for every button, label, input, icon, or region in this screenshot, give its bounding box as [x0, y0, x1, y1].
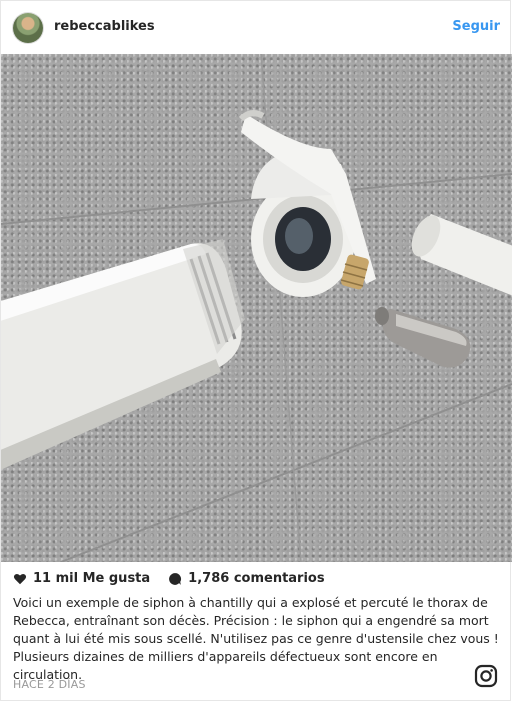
siphon-tube	[411, 214, 512, 296]
siphon-head	[238, 110, 376, 297]
instagram-post-card: rebeccablikes Seguir 11 mil Me gusta 1,7…	[0, 0, 512, 701]
post-header: rebeccablikes Seguir	[1, 1, 510, 55]
heart-icon[interactable]	[13, 572, 27, 586]
likes-count[interactable]: 11 mil Me gusta	[33, 571, 150, 586]
avatar[interactable]	[13, 13, 43, 43]
post-caption: Voici un exemple de siphon à chantilly q…	[13, 595, 499, 682]
post-photo[interactable]	[1, 54, 512, 562]
post-stats: 11 mil Me gusta 1,786 comentarios	[13, 571, 325, 586]
username[interactable]: rebeccablikes	[54, 19, 155, 34]
follow-button[interactable]: Seguir	[452, 19, 500, 34]
instagram-logo-icon[interactable]	[474, 664, 498, 688]
post-timestamp[interactable]: HACE 2 DÍAS	[13, 678, 86, 691]
siphon-body	[1, 239, 245, 470]
photo-illustration	[1, 54, 512, 562]
comment-bubble-icon[interactable]	[168, 572, 182, 586]
comments-count[interactable]: 1,786 comentarios	[188, 571, 324, 586]
gas-cartridge	[375, 307, 471, 368]
